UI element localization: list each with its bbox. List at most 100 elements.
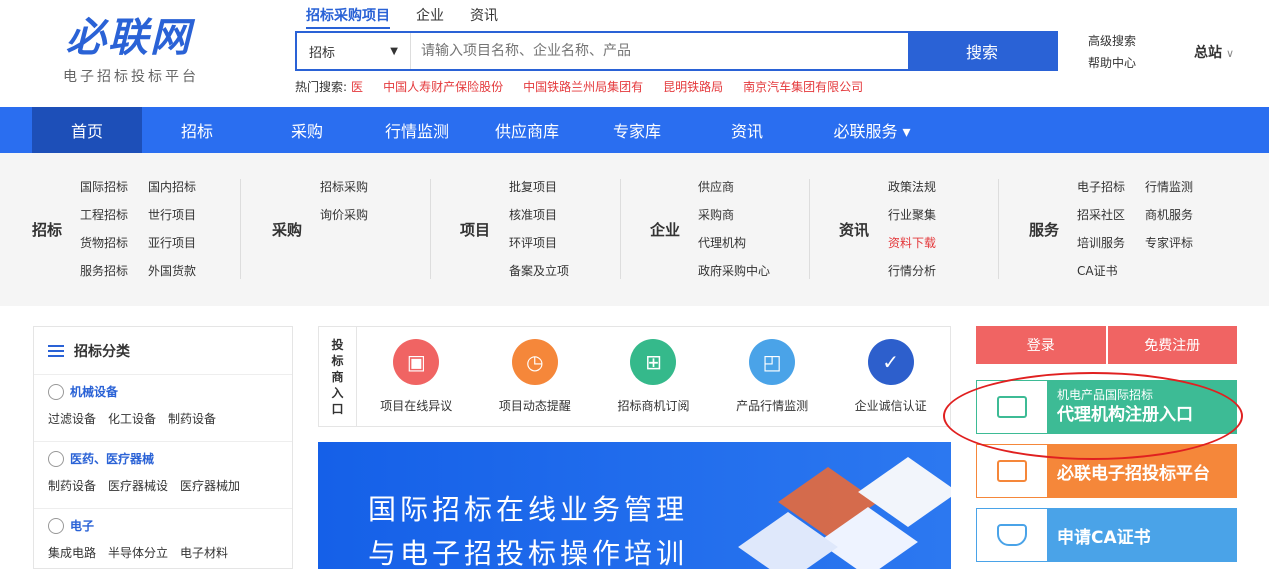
menu-link[interactable]: 行情监测 — [1145, 173, 1193, 201]
chart-monitor-icon: ◰ — [749, 339, 796, 385]
tab-companies[interactable]: 企业 — [416, 5, 444, 29]
nav-home[interactable]: 首页 — [32, 107, 142, 153]
menu-title-bidding[interactable]: 招标 — [32, 219, 62, 240]
tab-news[interactable]: 资讯 — [470, 5, 498, 29]
category-title[interactable]: 医药、医疗器械 — [70, 450, 154, 467]
menu-title-news[interactable]: 资讯 — [839, 219, 869, 240]
tab-projects[interactable]: 招标采购项目 — [306, 5, 390, 29]
menu-link[interactable]: 代理机构 — [698, 229, 746, 257]
category-link[interactable]: 制药设备 — [168, 410, 216, 427]
advanced-search-link[interactable]: 高级搜索 — [1088, 30, 1136, 52]
menu-link[interactable]: 招采社区 — [1077, 201, 1125, 229]
menu-link[interactable]: 世行项目 — [148, 201, 196, 229]
clock-icon — [48, 450, 64, 467]
menu-link[interactable]: 批复项目 — [509, 173, 557, 201]
search-button[interactable]: 搜索 — [908, 33, 1056, 69]
nav-services[interactable]: 必联服务 ▾ — [802, 107, 942, 153]
menu-link[interactable]: 政府采购中心 — [698, 257, 770, 285]
search-tabs: 招标采购项目 企业 资讯 — [306, 5, 498, 29]
search-bar: 招标 ▼ 搜索 — [295, 31, 1058, 71]
divider — [809, 179, 810, 279]
menu-link[interactable]: 国内招标 — [148, 173, 196, 201]
menu-link[interactable]: 国际招标 — [80, 173, 128, 201]
category-sidebar: 招标分类 机械设备 过滤设备 化工设备 制药设备 医药、医疗器械 制药设备 医疗器械设… — [33, 326, 293, 569]
menu-link[interactable]: 商机服务 — [1145, 201, 1193, 229]
menu-link[interactable]: 采购商 — [698, 201, 734, 229]
menu-title-companies[interactable]: 企业 — [650, 219, 680, 240]
category-link[interactable]: 半导体分立 — [108, 544, 168, 561]
promo-banner[interactable]: 国际招标在线业务管理 与电子招投标操作培训 — [318, 442, 951, 569]
menu-link[interactable]: 电子招标 — [1077, 173, 1125, 201]
share-icon — [48, 517, 64, 534]
hot-searches: 热门搜索: 医 中国人寿财产保险股份 中国铁路兰州局集团有 昆明铁路局 南京汽车… — [295, 78, 864, 95]
hot-keyword[interactable]: 昆明铁路局 — [663, 78, 723, 95]
menu-link[interactable]: 服务招标 — [80, 257, 128, 285]
menu-link[interactable]: 询价采购 — [320, 201, 368, 229]
category-medical: 医药、医疗器械 制药设备 医疗器械设 医疗器械加 — [34, 442, 292, 509]
nav-market[interactable]: 行情监测 — [362, 107, 472, 153]
menu-link[interactable]: 货物招标 — [80, 229, 128, 257]
menu-link[interactable]: CA证书 — [1077, 257, 1118, 285]
menu-link[interactable]: 培训服务 — [1077, 229, 1125, 257]
menu-link[interactable]: 资料下载 — [888, 229, 936, 257]
category-title[interactable]: 机械设备 — [70, 383, 118, 400]
logo[interactable]: 必联网 — [66, 14, 192, 62]
hot-keyword[interactable]: 医 — [351, 78, 363, 95]
category-link[interactable]: 医疗器械加 — [180, 477, 240, 494]
hot-keyword[interactable]: 南京汽车集团有限公司 — [743, 78, 863, 95]
menu-link[interactable]: 环评项目 — [509, 229, 557, 257]
menu-title-projects[interactable]: 项目 — [460, 219, 490, 240]
menu-link[interactable]: 专家评标 — [1145, 229, 1193, 257]
caret-down-icon: ▼ — [390, 45, 398, 57]
category-title[interactable]: 电子 — [70, 517, 94, 534]
category-link[interactable]: 化工设备 — [108, 410, 156, 427]
menu-link[interactable]: 工程招标 — [80, 201, 128, 229]
ca-certificate-card[interactable]: 申请CA证书 — [976, 508, 1237, 562]
category-machinery: 机械设备 过滤设备 化工设备 制药设备 — [34, 375, 292, 442]
opportunity-subscribe-item[interactable]: ⊞ 招标商机订阅 — [617, 339, 689, 414]
hot-keyword[interactable]: 中国铁路兰州局集团有 — [523, 78, 643, 95]
bidder-entry: 投标商入口 ▣ 项目在线异议 ◷ 项目动态提醒 ⊞ 招标商机订阅 ◰ 产品行情监… — [318, 326, 951, 427]
menu-link[interactable]: 行业聚集 — [888, 201, 936, 229]
category-link[interactable]: 过滤设备 — [48, 410, 96, 427]
bidder-entry-label: 投标商入口 — [319, 327, 357, 426]
menu-icon — [48, 344, 64, 357]
menu-link[interactable]: 核准项目 — [509, 201, 557, 229]
category-link[interactable]: 集成电路 — [48, 544, 96, 561]
divider — [430, 179, 431, 279]
menu-link[interactable]: 亚行项目 — [148, 229, 196, 257]
nav-news[interactable]: 资讯 — [692, 107, 802, 153]
menu-link[interactable]: 外国货款 — [148, 257, 196, 285]
category-menu: 招标 国际招标 国内招标 工程招标 世行项目 货物招标 亚行项目 服务招标 外国货款 采… — [0, 153, 1269, 306]
menu-link[interactable]: 供应商 — [698, 173, 734, 201]
search-input[interactable] — [411, 33, 908, 69]
divider — [240, 179, 241, 279]
gear-icon — [48, 383, 64, 400]
menu-link[interactable]: 招标采购 — [320, 173, 368, 201]
category-link[interactable]: 电子材料 — [180, 544, 228, 561]
search-type-select[interactable]: 招标 ▼ — [297, 33, 411, 69]
category-link[interactable]: 制药设备 — [48, 477, 96, 494]
menu-title-services[interactable]: 服务 — [1029, 219, 1059, 240]
credit-certification-item[interactable]: ✓ 企业诚信认证 — [855, 339, 927, 414]
menu-link[interactable]: 备案及立项 — [509, 257, 569, 285]
alarm-clock-icon: ◷ — [511, 339, 558, 385]
online-objection-item[interactable]: ▣ 项目在线异议 — [380, 339, 452, 414]
category-link[interactable]: 医疗器械设 — [108, 477, 168, 494]
menu-link[interactable]: 政策法规 — [888, 173, 936, 201]
logo-subtitle: 电子招标投标平台 — [63, 69, 199, 85]
menu-title-purchase[interactable]: 采购 — [272, 219, 302, 240]
nav-purchase[interactable]: 采购 — [252, 107, 362, 153]
chevron-down-icon: ∨ — [1226, 47, 1235, 60]
project-reminder-item[interactable]: ◷ 项目动态提醒 — [499, 339, 571, 414]
nav-bidding[interactable]: 招标 — [142, 107, 252, 153]
login-button[interactable]: 登录 — [976, 326, 1106, 364]
market-monitor-item[interactable]: ◰ 产品行情监测 — [736, 339, 808, 414]
help-center-link[interactable]: 帮助中心 — [1088, 52, 1136, 74]
register-button[interactable]: 免费注册 — [1107, 326, 1237, 364]
menu-link[interactable]: 行情分析 — [888, 257, 936, 285]
nav-experts[interactable]: 专家库 — [582, 107, 692, 153]
nav-suppliers[interactable]: 供应商库 — [472, 107, 582, 153]
hot-keyword[interactable]: 中国人寿财产保险股份 — [383, 78, 503, 95]
station-switch[interactable]: 总站 ∨ — [1194, 42, 1234, 62]
